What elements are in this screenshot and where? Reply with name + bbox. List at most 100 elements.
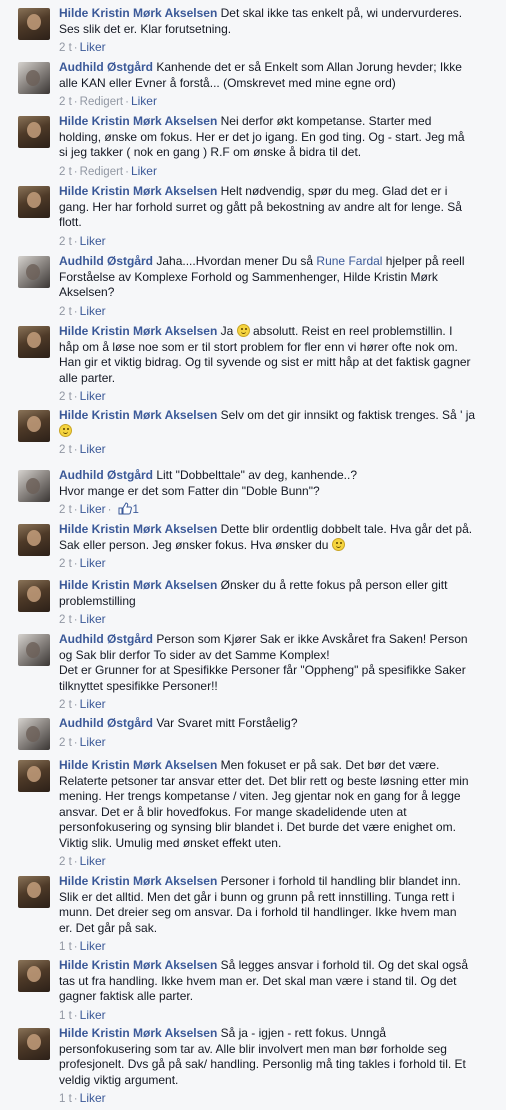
like-link[interactable]: Liker xyxy=(80,389,106,403)
timestamp-link[interactable]: 1 t xyxy=(59,1093,72,1105)
separator-dot: · xyxy=(73,96,78,108)
like-link[interactable]: Liker xyxy=(80,40,106,54)
timestamp-link[interactable]: 2 t xyxy=(59,444,72,456)
comment-content: Hilde Kristin Mørk Akselsen Så legges an… xyxy=(59,958,492,1024)
like-link[interactable]: Liker xyxy=(80,1091,106,1105)
comment-text-segment: holding, ønske om fokus. Her er det jo i… xyxy=(59,129,465,144)
author-link[interactable]: Hilde Kristin Mørk Akselsen xyxy=(59,6,217,20)
avatar[interactable] xyxy=(18,718,50,750)
edited-link[interactable]: Redigert xyxy=(80,96,123,108)
separator-dot: · xyxy=(73,856,78,868)
author-link[interactable]: Audhild Østgård xyxy=(59,468,153,482)
comment-text-segment: Viktig slik. Umulig med ønsket effekt ut… xyxy=(59,835,282,850)
separator-dot: · xyxy=(73,558,78,570)
comment-meta: 2 t · Liker xyxy=(59,697,492,713)
comment-text: Hilde Kristin Mørk Akselsen Så legges an… xyxy=(59,958,492,1005)
avatar[interactable] xyxy=(18,524,50,556)
timestamp-link[interactable]: 2 t xyxy=(59,558,72,570)
like-link[interactable]: Liker xyxy=(131,164,157,178)
avatar[interactable] xyxy=(18,116,50,148)
like-link[interactable]: Liker xyxy=(80,502,106,516)
timestamp-link[interactable]: 2 t xyxy=(59,856,72,868)
timestamp-link[interactable]: 1 t xyxy=(59,941,72,953)
comment-meta: 2 t · Liker xyxy=(59,556,492,572)
comment-thread: Hilde Kristin Mørk Akselsen Det skal ikk… xyxy=(0,0,506,1110)
author-link[interactable]: Hilde Kristin Mørk Akselsen xyxy=(59,874,217,888)
avatar[interactable] xyxy=(18,8,50,40)
comment-meta: 2 t · Liker xyxy=(59,612,492,628)
comment-text-segment: munn. Det dreier seg om ansvar. Da i for… xyxy=(59,905,457,919)
separator-dot: · xyxy=(73,391,78,403)
smile-emoticon-icon xyxy=(331,537,345,551)
like-link[interactable]: Liker xyxy=(80,442,106,456)
avatar[interactable] xyxy=(18,1028,50,1060)
avatar[interactable] xyxy=(18,62,50,94)
author-link[interactable]: Hilde Kristin Mørk Akselsen xyxy=(59,324,217,338)
comment-text: Audhild Østgård Jaha....Hvordan mener Du… xyxy=(59,254,492,301)
timestamp-link[interactable]: 2 t xyxy=(59,166,72,178)
comment-text-segment: gang. Her har forhold surret og gått på … xyxy=(59,199,462,214)
author-link[interactable]: Audhild Østgård xyxy=(59,632,153,646)
separator-dot: · xyxy=(107,504,112,516)
author-link[interactable]: Hilde Kristin Mørk Akselsen xyxy=(59,408,217,422)
avatar[interactable] xyxy=(18,760,50,792)
timestamp-link[interactable]: 2 t xyxy=(59,391,72,403)
like-link[interactable]: Liker xyxy=(80,735,106,749)
timestamp-link[interactable]: 2 t xyxy=(59,42,72,54)
timestamp-link[interactable]: 2 t xyxy=(59,96,72,108)
author-link[interactable]: Audhild Østgård xyxy=(59,60,153,74)
avatar[interactable] xyxy=(18,186,50,218)
author-link[interactable]: Hilde Kristin Mørk Akselsen xyxy=(59,1026,217,1040)
comment-content: Hilde Kristin Mørk Akselsen Nei derfor ø… xyxy=(59,114,492,180)
author-link[interactable]: Hilde Kristin Mørk Akselsen xyxy=(59,522,217,536)
thumbs-up-icon[interactable] xyxy=(118,502,132,520)
comment-text: Hilde Kristin Mørk Akselsen Dette blir o… xyxy=(59,522,492,553)
author-link[interactable]: Hilde Kristin Mørk Akselsen xyxy=(59,958,217,972)
timestamp-link[interactable]: 2 t xyxy=(59,236,72,248)
like-count[interactable]: 1 xyxy=(133,504,139,516)
like-link[interactable]: Liker xyxy=(131,94,157,108)
comment-text-segment: Var Svaret mitt Forståelig? xyxy=(156,716,298,730)
comment-meta: 2 t · Redigert · Liker xyxy=(59,94,492,110)
comment-content: Audhild Østgård Jaha....Hvordan mener Du… xyxy=(59,254,492,320)
like-link[interactable]: Liker xyxy=(80,556,106,570)
separator-dot: · xyxy=(73,614,78,626)
timestamp-link[interactable]: 1 t xyxy=(59,1010,72,1022)
comment-text-segment: flott. xyxy=(59,215,82,229)
like-link[interactable]: Liker xyxy=(80,1008,106,1022)
author-link[interactable]: Hilde Kristin Mørk Akselsen xyxy=(59,758,217,772)
like-link[interactable]: Liker xyxy=(80,939,106,953)
avatar[interactable] xyxy=(18,326,50,358)
comment-text: Hilde Kristin Mørk Akselsen Helt nødvend… xyxy=(59,184,492,231)
like-link[interactable]: Liker xyxy=(80,304,106,318)
mention-link[interactable]: Rune Fardal xyxy=(316,254,382,268)
timestamp-link[interactable]: 2 t xyxy=(59,699,72,711)
like-link[interactable]: Liker xyxy=(80,697,106,711)
avatar-face xyxy=(27,416,41,432)
avatar[interactable] xyxy=(18,256,50,288)
edited-link[interactable]: Redigert xyxy=(80,166,123,178)
comment-text-segment: Sak eller person. Jeg ønsker fokus. Hva … xyxy=(59,537,332,552)
author-link[interactable]: Hilde Kristin Mørk Akselsen xyxy=(59,578,217,592)
like-link[interactable]: Liker xyxy=(80,234,106,248)
avatar[interactable] xyxy=(18,960,50,992)
comment-text-segment: tilknyttet spesifikke Personer!! xyxy=(59,678,218,693)
timestamp-link[interactable]: 2 t xyxy=(59,504,72,516)
timestamp-link[interactable]: 2 t xyxy=(59,306,72,318)
like-link[interactable]: Liker xyxy=(80,612,106,626)
timestamp-link[interactable]: 2 t xyxy=(59,614,72,626)
comment-content: Hilde Kristin Mørk Akselsen Men fokuset … xyxy=(59,758,492,870)
comment-content: Audhild Østgård Litt "Dobbelttale" av de… xyxy=(59,468,492,520)
avatar[interactable] xyxy=(18,410,50,442)
like-link[interactable]: Liker xyxy=(80,854,106,868)
author-link[interactable]: Hilde Kristin Mørk Akselsen xyxy=(59,184,217,198)
comment-text-segment: tas ut fra handling. Ikke hvem man er. D… xyxy=(59,973,457,988)
timestamp-link[interactable]: 2 t xyxy=(59,737,72,749)
author-link[interactable]: Audhild Østgård xyxy=(59,254,153,268)
avatar[interactable] xyxy=(18,580,50,612)
avatar[interactable] xyxy=(18,470,50,502)
author-link[interactable]: Audhild Østgård xyxy=(59,716,153,730)
author-link[interactable]: Hilde Kristin Mørk Akselsen xyxy=(59,114,217,128)
avatar[interactable] xyxy=(18,876,50,908)
avatar[interactable] xyxy=(18,634,50,666)
